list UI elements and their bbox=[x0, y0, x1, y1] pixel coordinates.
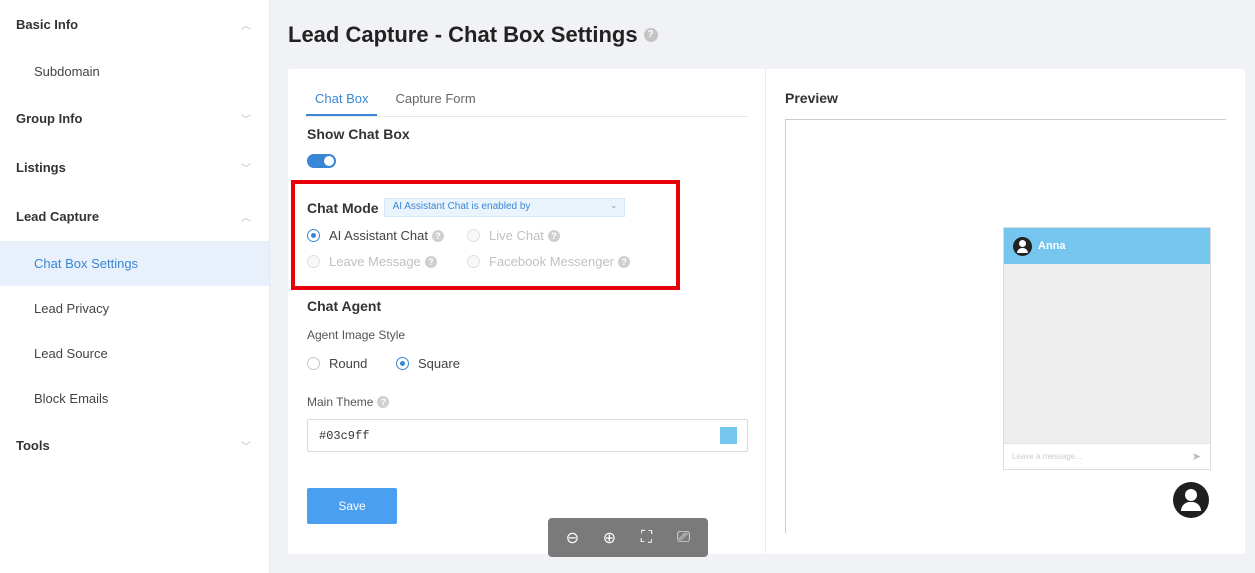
sidebar-group-label: Lead Capture bbox=[16, 209, 100, 224]
help-icon[interactable]: ? bbox=[643, 28, 658, 42]
chevron-up-icon: ︿ bbox=[241, 213, 251, 224]
sidebar-group-lead-capture[interactable]: Lead Capture ︿ bbox=[0, 192, 269, 241]
sidebar-item-subdomain[interactable]: Subdomain bbox=[0, 49, 269, 94]
chat-header: Anna bbox=[1004, 228, 1210, 264]
radio-round[interactable]: Round bbox=[307, 356, 367, 371]
radio-button[interactable] bbox=[396, 357, 409, 370]
sidebar-group-label: Basic Info bbox=[16, 17, 79, 32]
sidebar: Basic Info ︿ Subdomain Group Info ﹀ List… bbox=[0, 0, 270, 573]
agent-image-style-label: Agent Image Style bbox=[307, 328, 405, 342]
radio-label: AI Assistant Chat bbox=[329, 228, 428, 243]
chat-launcher-button[interactable] bbox=[1171, 480, 1211, 520]
main-theme-text: Main Theme bbox=[307, 395, 374, 409]
radio-button[interactable] bbox=[307, 255, 320, 268]
sidebar-item-label: Block Emails bbox=[34, 391, 109, 406]
help-icon[interactable]: ? bbox=[547, 229, 560, 242]
fullscreen-icon[interactable]: ⛶ bbox=[635, 529, 659, 547]
sidebar-item-label: Lead Source bbox=[34, 346, 108, 361]
preview-title: Preview bbox=[785, 90, 838, 106]
main-theme-value: #03c9ff bbox=[319, 429, 370, 443]
chat-mode-row: Chat Mode AI Assistant Chat is enabled b… bbox=[307, 198, 625, 217]
agent-image-style-text: Agent Image Style bbox=[307, 328, 406, 342]
settings-tabs: Chat Box Capture Form bbox=[306, 83, 748, 117]
sidebar-group-group-info[interactable]: Group Info ﹀ bbox=[0, 94, 269, 143]
radio-label: Leave Message bbox=[329, 254, 421, 269]
sidebar-group-label: Tools bbox=[16, 438, 50, 453]
main-theme-input[interactable]: #03c9ff bbox=[307, 419, 748, 452]
color-swatch[interactable] bbox=[720, 427, 737, 444]
help-icon[interactable]: ? bbox=[377, 396, 390, 408]
sidebar-item-label: Lead Privacy bbox=[34, 301, 110, 316]
chat-input-placeholder: Leave a message... bbox=[1012, 452, 1082, 461]
show-chat-box-toggle[interactable] bbox=[307, 154, 336, 168]
radio-button[interactable] bbox=[467, 229, 480, 242]
chat-window-preview: Anna Leave a message... ➤ bbox=[1003, 227, 1211, 470]
present-icon[interactable]: ⎚ bbox=[672, 529, 696, 547]
chat-mode-title: Chat Mode bbox=[307, 199, 379, 216]
chevron-down-icon: ⌄ bbox=[610, 200, 618, 210]
radio-leave-message[interactable]: Leave Message ? bbox=[307, 254, 437, 269]
sidebar-item-lead-source[interactable]: Lead Source bbox=[0, 331, 269, 376]
radio-label: Round bbox=[329, 356, 368, 371]
agent-avatar-icon bbox=[1173, 482, 1209, 518]
radio-square[interactable]: Square bbox=[396, 356, 460, 371]
settings-card: Chat Box Capture Form Show Chat Box Chat… bbox=[288, 69, 1245, 554]
radio-ai-assistant-chat[interactable]: AI Assistant Chat ? bbox=[307, 228, 444, 243]
help-icon[interactable]: ? bbox=[432, 229, 444, 242]
chevron-down-icon: ﹀ bbox=[241, 164, 251, 175]
radio-button[interactable] bbox=[307, 357, 320, 370]
chat-agent-title: Chat Agent bbox=[307, 298, 382, 314]
sidebar-group-tools[interactable]: Tools ﹀ bbox=[0, 421, 269, 470]
zoom-in-icon[interactable]: ⊕ bbox=[598, 528, 622, 548]
save-button[interactable]: Save bbox=[307, 488, 397, 524]
sidebar-group-label: Listings bbox=[16, 160, 66, 175]
zoom-out-icon[interactable]: ⊖ bbox=[561, 528, 585, 548]
radio-label: Facebook Messenger bbox=[489, 254, 615, 269]
radio-label: Square bbox=[418, 356, 460, 371]
radio-label: Live Chat bbox=[489, 228, 544, 243]
send-icon[interactable]: ➤ bbox=[1192, 450, 1201, 463]
sidebar-group-label: Group Info bbox=[16, 111, 83, 126]
radio-button[interactable] bbox=[307, 229, 320, 242]
sidebar-item-label: Subdomain bbox=[34, 64, 100, 79]
show-chat-box-title: Show Chat Box bbox=[307, 126, 410, 142]
sidebar-group-listings[interactable]: Listings ﹀ bbox=[0, 143, 269, 192]
chat-mode-select[interactable]: AI Assistant Chat is enabled by ⌄ bbox=[383, 198, 625, 217]
main-theme-label: Main Theme ? bbox=[307, 395, 390, 409]
sidebar-item-label: Chat Box Settings bbox=[34, 256, 139, 271]
radio-live-chat[interactable]: Live Chat ? bbox=[467, 228, 560, 243]
chat-mode-select-value: AI Assistant Chat is enabled by bbox=[392, 201, 531, 212]
help-icon[interactable]: ? bbox=[618, 255, 631, 268]
page-title-text: Lead Capture - Chat Box Settings bbox=[288, 22, 638, 47]
sidebar-item-block-emails[interactable]: Block Emails bbox=[0, 376, 269, 421]
chevron-up-icon: ︿ bbox=[241, 21, 251, 32]
chevron-down-icon: ﹀ bbox=[241, 442, 251, 453]
help-icon[interactable]: ? bbox=[424, 255, 437, 268]
agent-avatar-icon bbox=[1013, 236, 1032, 256]
page-title: Lead Capture - Chat Box Settings ? bbox=[288, 22, 658, 48]
sidebar-item-chat-box-settings[interactable]: Chat Box Settings bbox=[0, 241, 269, 286]
radio-button[interactable] bbox=[467, 255, 480, 268]
agent-name: Anna bbox=[1038, 240, 1066, 252]
radio-facebook-messenger[interactable]: Facebook Messenger ? bbox=[467, 254, 631, 269]
sidebar-item-lead-privacy[interactable]: Lead Privacy bbox=[0, 286, 269, 331]
chat-message-input[interactable]: Leave a message... ➤ bbox=[1004, 443, 1210, 469]
tab-chat-box[interactable]: Chat Box bbox=[306, 83, 378, 116]
zoom-toolbar: ⊖ ⊕ ⛶ ⎚ bbox=[548, 518, 708, 557]
settings-pane: Chat Box Capture Form Show Chat Box Chat… bbox=[288, 69, 766, 554]
tab-capture-form[interactable]: Capture Form bbox=[386, 83, 484, 116]
chevron-down-icon: ﹀ bbox=[241, 115, 251, 126]
sidebar-group-basic-info[interactable]: Basic Info ︿ bbox=[0, 0, 269, 49]
